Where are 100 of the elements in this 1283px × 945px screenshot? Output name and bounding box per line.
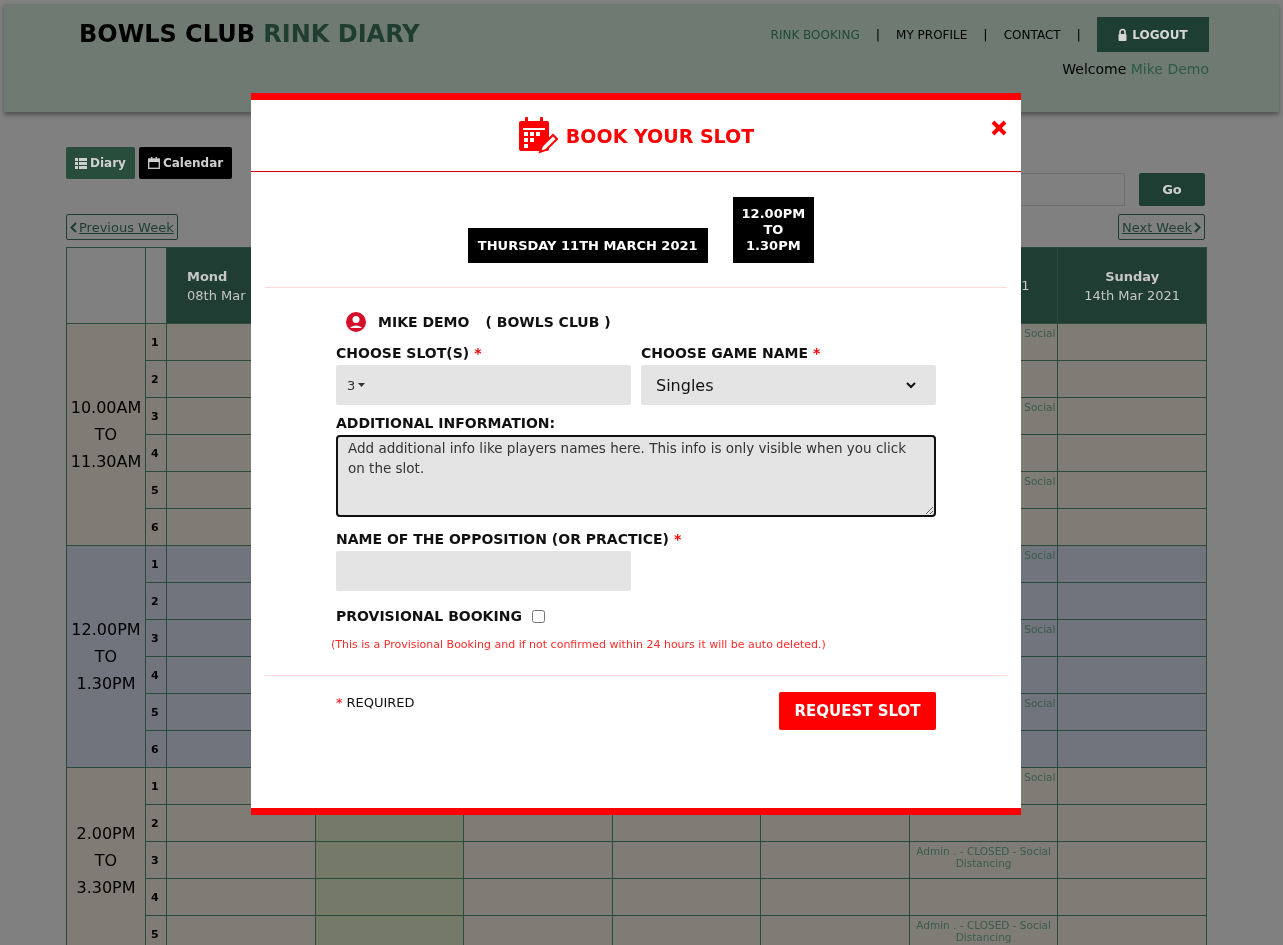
- field-label: PROVISIONAL BOOKING: [336, 608, 522, 624]
- booking-note: Admin . - CLOSED - Social Distancing: [915, 919, 1052, 943]
- booking-cell[interactable]: [315, 842, 464, 878]
- booking-note: Admin . - CLOSED - Social Distancing: [915, 845, 1052, 869]
- field-label: CHOOSE SLOT(S): [336, 345, 470, 361]
- next-week-button[interactable]: Next Week: [1117, 214, 1205, 240]
- member-name: MIKE DEMO: [378, 314, 470, 330]
- calendar-edit-icon: [517, 115, 558, 156]
- go-button[interactable]: Go: [1139, 173, 1205, 206]
- slot-number-cell: 1: [146, 324, 166, 360]
- provisional-note: (This is a Provisional Booking and if not confirmed within 24 hours it will be auto deleted.): [331, 638, 827, 651]
- time-range-cell: 10.00AM TO 11.30AM: [67, 324, 145, 545]
- required-mark: *: [336, 695, 343, 710]
- day-date: 14th Mar 2021: [1084, 287, 1181, 303]
- booking-note: Social: [1024, 401, 1056, 413]
- day-name: Sunday: [1105, 268, 1160, 284]
- slot-number-cell: 4: [146, 879, 166, 915]
- time-range-cell: 2.00PM TO 3.30PM: [67, 768, 145, 945]
- nav-separator: |: [875, 27, 881, 42]
- field-label: CHOOSE GAME NAME: [641, 345, 809, 361]
- game-dropdown[interactable]: Singles: [641, 365, 936, 405]
- booking-cell[interactable]: [1058, 620, 1206, 656]
- close-button[interactable]: [991, 120, 1007, 136]
- booking-cell[interactable]: [464, 916, 612, 945]
- additional-info-field[interactable]: Add additional info like players names here. This info is only visible when you click on the slot.: [336, 435, 936, 517]
- booking-cell[interactable]: [1058, 916, 1206, 945]
- booking-cell[interactable]: [464, 879, 612, 915]
- logout-button[interactable]: LOGOUT: [1097, 17, 1209, 52]
- booking-cell[interactable]: [1058, 546, 1206, 582]
- slot-number-cell: 2: [146, 583, 166, 619]
- booking-note: Social: [1024, 771, 1056, 783]
- slot-number-cell: 5: [146, 694, 166, 730]
- booking-cell[interactable]: [1058, 398, 1206, 434]
- booking-cell[interactable]: [1058, 583, 1206, 619]
- required-mark: *: [813, 345, 821, 361]
- slot-number-cell: 4: [146, 435, 166, 471]
- nav-link[interactable]: MY PROFILE: [896, 27, 968, 42]
- booking-cell[interactable]: [612, 916, 761, 945]
- booking-cell[interactable]: [1058, 694, 1206, 730]
- view-button[interactable]: Diary: [66, 147, 135, 179]
- slot-number-cell: 6: [146, 509, 166, 545]
- day-date: 1: [1021, 278, 1030, 293]
- day-date: 08th Mar: [187, 287, 246, 303]
- booking-cell[interactable]: [1058, 509, 1206, 545]
- booking-cell[interactable]: [612, 842, 761, 878]
- booking-cell[interactable]: [612, 879, 761, 915]
- nav-separator: |: [1076, 27, 1081, 42]
- chevron-left-icon: [70, 221, 77, 233]
- chevron-right-icon: [1194, 221, 1201, 233]
- nav-separator: |: [983, 27, 988, 42]
- calendar-icon: [147, 157, 160, 169]
- user-icon: [346, 312, 366, 332]
- booking-cell[interactable]: [1058, 879, 1206, 915]
- booking-note: Social: [1024, 475, 1056, 487]
- booking-cell[interactable]: [1058, 805, 1206, 841]
- required-mark: *: [474, 345, 482, 361]
- field-label: ADDITIONAL INFORMATION:: [336, 415, 556, 431]
- booking-cell[interactable]: [761, 916, 909, 945]
- time-badge: 12.00PM TO 1.30PM: [732, 197, 815, 263]
- provisional-checkbox[interactable]: [531, 609, 545, 623]
- welcome-text: Welcome Mike Demo: [1062, 61, 1209, 77]
- booking-cell[interactable]: [1058, 768, 1206, 804]
- nav-link[interactable]: CONTACT: [1003, 27, 1061, 42]
- slot-number-cell: 2: [146, 361, 166, 397]
- booking-cell[interactable]: [1058, 324, 1206, 360]
- booking-cell[interactable]: [1058, 731, 1206, 767]
- slots-dropdown[interactable]: 3: [336, 365, 631, 405]
- booking-cell[interactable]: [1058, 435, 1206, 471]
- booking-cell[interactable]: [1058, 361, 1206, 397]
- booking-cell[interactable]: [1058, 472, 1206, 508]
- booking-cell[interactable]: [1058, 657, 1206, 693]
- dialog-title: BOOK YOUR SLOT: [565, 124, 755, 147]
- opposition-field[interactable]: [336, 551, 631, 591]
- slot-number-cell: 1: [146, 546, 166, 582]
- booking-cell[interactable]: [167, 879, 315, 915]
- slot-number-cell: 3: [146, 842, 166, 878]
- list-icon: [75, 157, 87, 169]
- chevron-down-icon: [906, 381, 916, 389]
- booking-cell[interactable]: [1058, 842, 1206, 878]
- slot-number-cell: 3: [146, 398, 166, 434]
- previous-week-button[interactable]: Previous Week: [66, 214, 178, 240]
- view-button[interactable]: Calendar: [138, 147, 233, 179]
- booking-cell[interactable]: [761, 879, 909, 915]
- caret-icon: [358, 383, 366, 387]
- slot-number-cell: 5: [146, 916, 166, 945]
- request-slot-button[interactable]: REQUEST SLOT: [779, 692, 936, 730]
- slot-number-cell: 1: [146, 768, 166, 804]
- booking-cell[interactable]: [909, 879, 1058, 915]
- booking-cell[interactable]: [167, 842, 315, 878]
- booking-cell[interactable]: [315, 916, 464, 945]
- site-title: BOWLS CLUB RINK DIARY: [79, 20, 420, 50]
- slot-number-cell: 5: [146, 472, 166, 508]
- booking-cell[interactable]: [761, 842, 909, 878]
- booking-cell[interactable]: [167, 916, 315, 945]
- slot-number-cell: 3: [146, 620, 166, 656]
- required-mark: *: [673, 531, 682, 547]
- required-legend: REQUIRED: [346, 695, 415, 710]
- booking-cell[interactable]: [315, 879, 464, 915]
- day-name: Mond: [187, 268, 228, 284]
- booking-cell[interactable]: [464, 842, 612, 878]
